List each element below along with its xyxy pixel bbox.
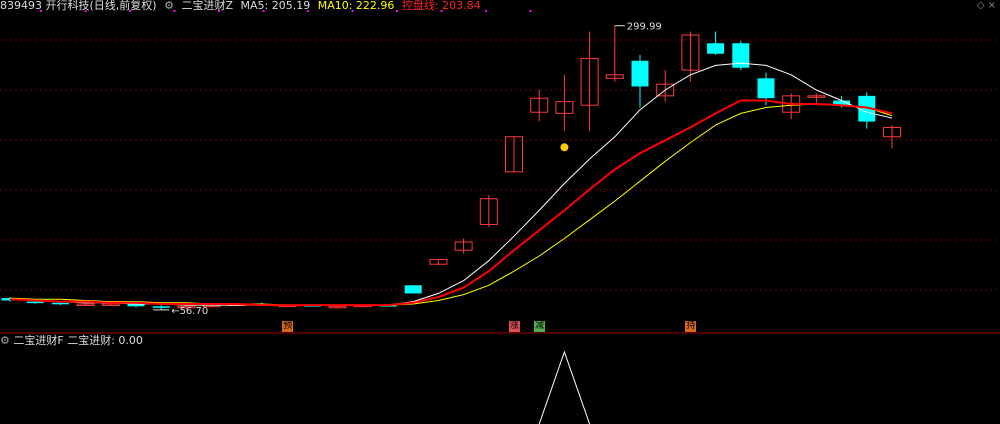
settings-icon[interactable]: ⚙ (164, 0, 174, 12)
window-controls: ◇ × (977, 0, 996, 11)
chart-canvas: 299.99 ←56.70 (0, 10, 1000, 424)
ma5-readout: MA5: 205.19 (240, 0, 311, 12)
candle-body (26, 301, 44, 304)
ctrl-line-readout: 控盘线: 203.84 (401, 0, 481, 12)
top-marker (529, 10, 532, 12)
settings-icon[interactable]: ⚙ (0, 334, 10, 347)
ma10-readout: MA10: 222.96 (317, 0, 395, 12)
signal-marker: 涨 (509, 321, 520, 332)
sub-indicator-name[interactable]: 二宝进财F (13, 334, 63, 347)
close-icon[interactable]: × (988, 0, 996, 11)
ma5-line (9, 62, 893, 306)
candle-body (404, 285, 422, 294)
candle-body (757, 78, 775, 99)
sub-indicator-value: 二宝进财: 0.00 (67, 334, 143, 347)
candle-body (631, 60, 649, 87)
signal-marker: 预 (282, 321, 294, 332)
signal-marker: 减 (534, 321, 546, 332)
top-marker (485, 10, 487, 12)
diamond-icon[interactable]: ◇ (977, 0, 985, 11)
indicator-name[interactable]: 二宝进财Z (181, 0, 233, 12)
sub-chart-header: ⚙ 二宝进财F 二宝进财: 0.00 (0, 335, 143, 347)
sub-series-line (538, 350, 591, 424)
stock-title[interactable]: 839493 开行科技(日线,前复权) (0, 0, 157, 12)
yellow-dot (560, 143, 569, 152)
candle-body (152, 306, 170, 308)
ma10-line (9, 103, 893, 306)
chart-header: 839493 开行科技(日线,前复权) ⚙ 二宝进财Z MA5: 205.19 … (0, 0, 485, 12)
ctrl-line (9, 99, 893, 307)
candle-body (707, 43, 725, 54)
low-price-label: ←56.70 (171, 306, 208, 317)
high-price-label: 299.99 (627, 22, 662, 33)
signal-marker: 持 (685, 321, 697, 332)
candle-body (51, 302, 69, 305)
